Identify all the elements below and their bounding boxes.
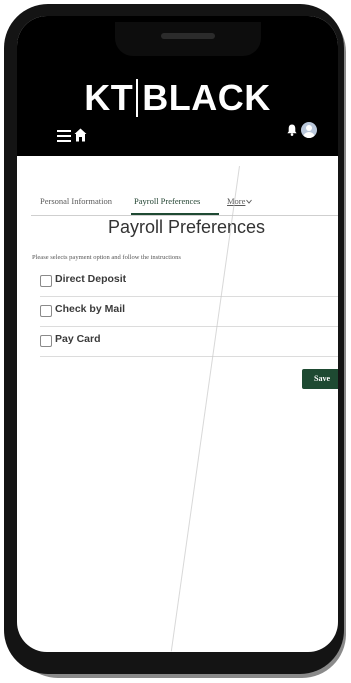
app-screen: KT BLACK Personal Information Payroll Pre… [17, 16, 338, 652]
checkbox[interactable] [40, 275, 52, 287]
tab-personal-information[interactable]: Personal Information [40, 196, 112, 206]
checkbox[interactable] [40, 335, 52, 347]
option-direct-deposit[interactable]: Direct Deposit [40, 266, 338, 297]
instructions-text: Please selects payment option and follow… [32, 254, 181, 261]
checkbox[interactable] [40, 305, 52, 317]
app-header: KT BLACK [17, 16, 338, 156]
option-label: Pay Card [55, 333, 101, 345]
option-pay-card[interactable]: Pay Card [40, 326, 338, 357]
tab-more-label: More [227, 196, 246, 206]
page-title: Payroll Preferences [107, 217, 266, 237]
option-label: Check by Mail [55, 303, 126, 315]
logo-right-text: BLACK [142, 77, 271, 118]
home-icon[interactable] [74, 128, 87, 142]
tab-payroll-preferences[interactable]: Payroll Preferences [134, 196, 200, 206]
hamburger-menu-icon[interactable] [57, 130, 71, 142]
option-label: Direct Deposit [55, 273, 127, 285]
logo-left-text: KT [84, 77, 134, 118]
speaker-icon [161, 33, 215, 39]
phone-notch [115, 22, 261, 56]
bell-icon[interactable] [287, 124, 297, 136]
option-check-by-mail[interactable]: Check by Mail [40, 296, 338, 327]
screen-glare [170, 166, 240, 652]
tab-more[interactable]: More [227, 196, 253, 206]
tab-divider [31, 215, 338, 216]
save-button[interactable]: Save [302, 369, 338, 389]
phone-frame: KT BLACK Personal Information Payroll Pre… [4, 4, 344, 674]
brand-logo: KT BLACK [17, 78, 338, 118]
logo-divider [136, 79, 139, 117]
chevron-down-icon [246, 199, 253, 204]
user-avatar-icon[interactable] [301, 122, 317, 138]
